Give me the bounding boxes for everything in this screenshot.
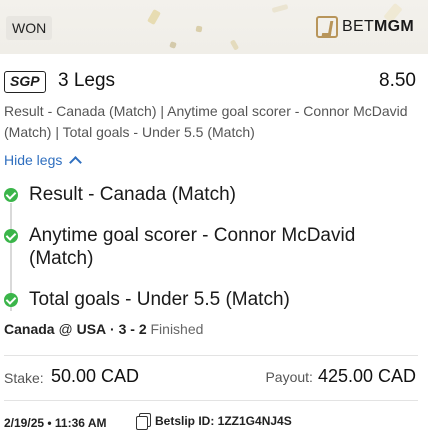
leg-item: Anytime goal scorer - Connor McDavid (Ma… bbox=[4, 224, 364, 270]
away-team: USA bbox=[76, 321, 107, 337]
bet-card: WON BET MGM SGP 3 Legs 8.50 Result - Can… bbox=[0, 0, 428, 431]
bet-header: WON BET MGM bbox=[0, 0, 428, 54]
at-symbol: @ bbox=[58, 321, 73, 337]
confetti-piece bbox=[169, 41, 177, 49]
betmgm-logo-icon bbox=[316, 16, 338, 38]
leg-text: Anytime goal scorer - Connor McDavid (Ma… bbox=[29, 225, 356, 269]
match-score: 3 - 2 bbox=[118, 321, 147, 337]
payout-value: 425.00 CAD bbox=[317, 366, 416, 386]
betmgm-logo: BET MGM bbox=[316, 16, 414, 38]
confetti-piece bbox=[147, 8, 161, 26]
copy-icon[interactable] bbox=[136, 413, 151, 430]
check-circle-icon bbox=[4, 293, 18, 307]
stake-label: Stake: bbox=[4, 370, 44, 386]
brand-text-mgm: MGM bbox=[374, 18, 415, 35]
betslip-id: Betslip ID: 1ZZ1G4NJ4S bbox=[155, 414, 292, 428]
bet-odds: 8.50 bbox=[379, 70, 416, 91]
brand-text-bet: BET bbox=[342, 18, 375, 35]
sgp-tag: SGP bbox=[4, 71, 46, 93]
status-badge: WON bbox=[6, 16, 53, 40]
leg-item: Total goals - Under 5.5 (Match) bbox=[4, 288, 290, 311]
home-team: Canada bbox=[4, 321, 55, 337]
bet-datetime: 2/19/25 • 11:36 AM bbox=[4, 416, 107, 430]
confetti-piece bbox=[229, 39, 240, 51]
confetti-piece bbox=[271, 4, 289, 13]
divider bbox=[4, 400, 418, 401]
betslip-id-copy[interactable]: Betslip ID: 1ZZ1G4NJ4S bbox=[136, 413, 292, 430]
check-circle-icon bbox=[4, 229, 18, 243]
confetti-piece bbox=[195, 25, 203, 33]
leg-item: Result - Canada (Match) bbox=[4, 183, 236, 206]
chevron-up-icon bbox=[69, 156, 83, 169]
match-result: Canada @ USA · 3 - 2 Finished bbox=[4, 321, 203, 337]
divider bbox=[4, 355, 418, 356]
stake-value: 50.00 CAD bbox=[51, 366, 140, 386]
payout-label: Payout: bbox=[265, 369, 313, 385]
legs-count: 3 Legs bbox=[58, 70, 116, 91]
match-status: Finished bbox=[150, 321, 204, 337]
check-circle-icon bbox=[4, 188, 18, 202]
hide-legs-label: Hide legs bbox=[4, 152, 63, 168]
payout: Payout: 425.00 CAD bbox=[265, 366, 416, 387]
leg-text: Result - Canada (Match) bbox=[29, 184, 236, 205]
separator-dot: · bbox=[110, 321, 115, 337]
leg-text: Total goals - Under 5.5 (Match) bbox=[29, 289, 290, 310]
bet-description: Result - Canada (Match) | Anytime goal s… bbox=[4, 103, 408, 140]
hide-legs-toggle[interactable]: Hide legs bbox=[4, 152, 83, 169]
